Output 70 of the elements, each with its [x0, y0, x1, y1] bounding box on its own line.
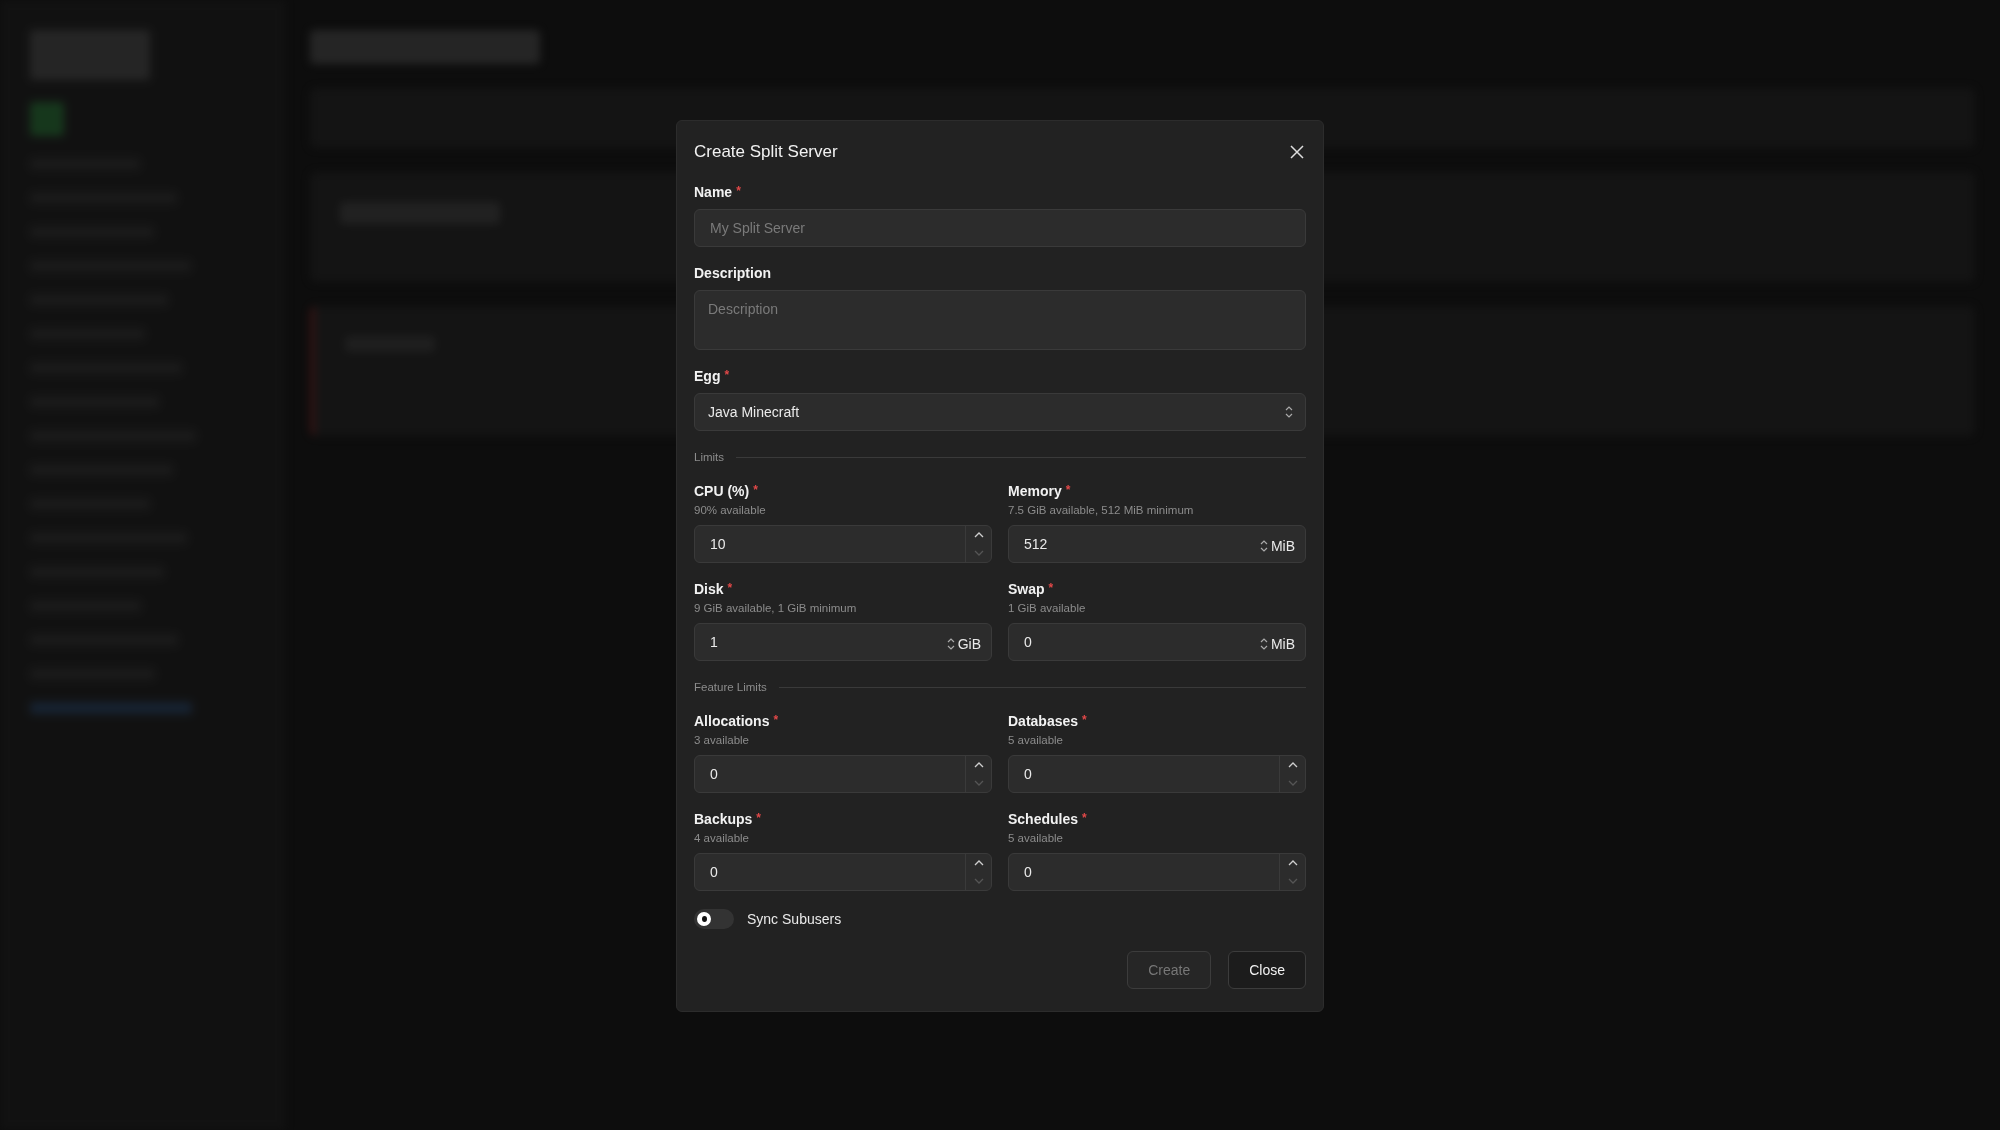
required-mark: *: [756, 811, 762, 825]
chevron-up-down-icon: [1285, 406, 1293, 418]
spinner-icon: [946, 637, 955, 650]
spinner-icon: [1259, 539, 1268, 552]
field-hint: 3 available: [694, 734, 750, 746]
field-label: Egg: [694, 368, 721, 384]
required-mark: *: [736, 184, 741, 198]
field-hint: 7.5 GiB available, 512 MiB minimum: [1008, 504, 1195, 516]
number-field-box[interactable]: 0: [694, 755, 992, 793]
number-field[interactable]: 0: [1022, 756, 1279, 792]
required-mark: *: [724, 368, 730, 382]
number-field-box[interactable]: 512 MiB: [1008, 525, 1306, 563]
required-mark: *: [727, 581, 733, 595]
field-label: Databases: [1008, 713, 1079, 729]
unit-label: MiB: [1270, 635, 1295, 652]
field-hint: 9 GiB available, 1 GiB minimum: [694, 602, 858, 614]
field-label: CPU (%): [694, 483, 750, 499]
number-field[interactable]: 1: [708, 624, 947, 660]
close-icon[interactable]: [1288, 143, 1306, 161]
chevron-up-icon: [973, 762, 984, 768]
chevron-down-icon: [1287, 878, 1298, 884]
number-field-box[interactable]: 0: [1008, 755, 1306, 793]
dialog-title: Create Split Server: [694, 142, 838, 162]
field-hint: 4 available: [694, 832, 750, 844]
number-field[interactable]: 0: [708, 854, 965, 890]
egg-select[interactable]: Java Minecraft: [694, 393, 1306, 431]
number-field-box[interactable]: 0: [694, 853, 992, 891]
required-mark: *: [773, 713, 779, 727]
field-hint: 5 available: [1008, 734, 1064, 746]
number-field-box[interactable]: 0: [1008, 853, 1306, 891]
field-hint: 5 available: [1008, 832, 1064, 844]
chevron-down-icon: [1287, 780, 1298, 786]
field-label: Disk: [694, 581, 724, 597]
required-mark: *: [753, 483, 758, 497]
unit-label: MiB: [1270, 537, 1295, 554]
spinner-icon: [1259, 637, 1268, 650]
field-label: Memory: [1008, 483, 1062, 499]
number-field[interactable]: 10: [708, 526, 965, 562]
chevron-up-icon: [973, 860, 984, 866]
toggle-label: Sync Subusers: [747, 911, 842, 927]
chevron-up-icon: [1287, 860, 1298, 866]
field-label: Schedules: [1008, 811, 1079, 827]
number-field[interactable]: 0: [1022, 624, 1260, 660]
number-field[interactable]: 0: [708, 756, 965, 792]
chevron-up-icon: [1287, 762, 1298, 768]
chevron-down-icon: [973, 878, 984, 884]
required-mark: *: [1082, 811, 1087, 825]
number-field[interactable]: 0: [1022, 854, 1279, 890]
number-field-box[interactable]: 0 MiB: [1008, 623, 1306, 661]
field-hint: 1 GiB available: [1008, 602, 1087, 614]
field-label: Swap: [1008, 581, 1045, 597]
required-mark: *: [1082, 713, 1087, 727]
field-label: Backups: [694, 811, 753, 827]
number-field-box[interactable]: 1 GiB: [694, 623, 992, 661]
field-label: Name: [694, 184, 733, 200]
chevron-up-icon: [973, 532, 984, 538]
field-label: Description: [694, 265, 771, 281]
section-heading: Limits: [694, 451, 725, 463]
field-hint: 90% available: [694, 504, 767, 516]
unit-label: GiB: [957, 635, 981, 652]
number-field[interactable]: 512: [1022, 526, 1260, 562]
required-mark: *: [1065, 483, 1071, 497]
chevron-down-icon: [973, 780, 984, 786]
close-button[interactable]: Close: [1228, 951, 1306, 989]
section-heading: Feature Limits: [694, 681, 767, 693]
chevron-down-icon: [973, 550, 984, 556]
number-field-box[interactable]: 10: [694, 525, 992, 563]
toggle-switch[interactable]: [694, 909, 734, 929]
required-mark: *: [1048, 581, 1054, 595]
field-label: Allocations: [694, 713, 770, 729]
